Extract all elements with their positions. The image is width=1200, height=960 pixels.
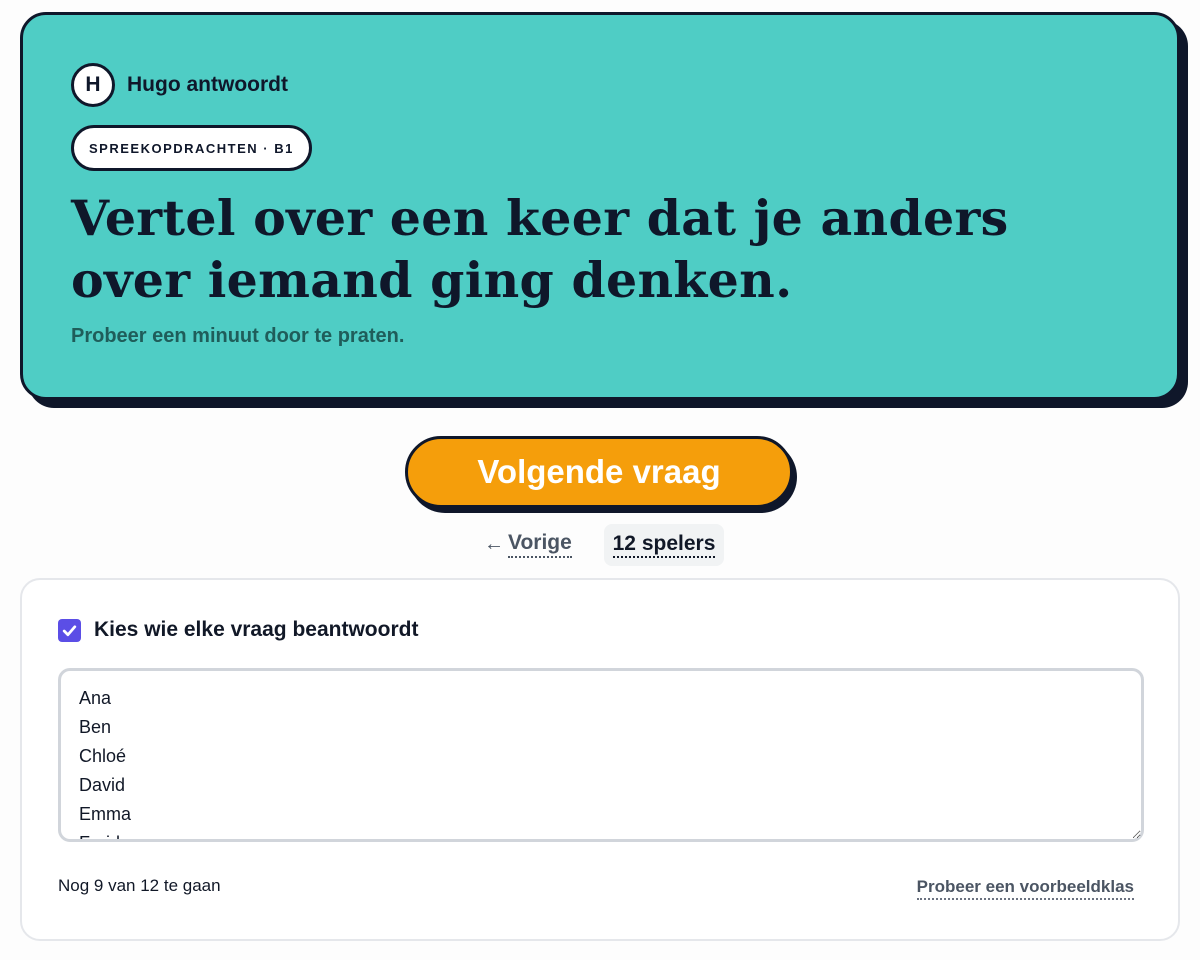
player-names-input[interactable] xyxy=(58,668,1144,842)
category-badge: SPREEKOPDRACHTEN · B1 xyxy=(71,125,312,171)
question-hint: Probeer een minuut door te praten. xyxy=(71,325,405,347)
players-panel: Kies wie elke vraag beantwoordt Nog 9 va… xyxy=(20,578,1180,941)
checkbox-checked-icon[interactable] xyxy=(58,618,81,642)
arrow-left-icon: ← xyxy=(484,533,504,555)
previous-label: Vorige xyxy=(508,530,572,558)
pick-answerer-label: Kies wie elke vraag beantwoordt xyxy=(94,618,419,641)
pick-answerer-toggle[interactable]: Kies wie elke vraag beantwoordt xyxy=(58,618,418,642)
question-text: Vertel over een keer dat je anders over … xyxy=(71,189,1009,309)
players-button[interactable]: 12 spelers xyxy=(604,524,724,566)
avatar: H xyxy=(71,63,115,107)
remaining-count: Nog 9 van 12 te gaan xyxy=(58,876,221,895)
players-label: 12 spelers xyxy=(612,532,716,558)
answerer-name: Hugo antwoordt xyxy=(127,73,288,96)
next-question-button[interactable]: Volgende vraag xyxy=(405,436,793,508)
answerer: H Hugo antwoordt xyxy=(71,63,288,107)
previous-link[interactable]: ← Vorige xyxy=(484,530,572,558)
question-card: H Hugo antwoordt SPREEKOPDRACHTEN · B1 V… xyxy=(20,12,1180,400)
sample-class-link[interactable]: Probeer een voorbeeldklas xyxy=(916,876,1134,900)
